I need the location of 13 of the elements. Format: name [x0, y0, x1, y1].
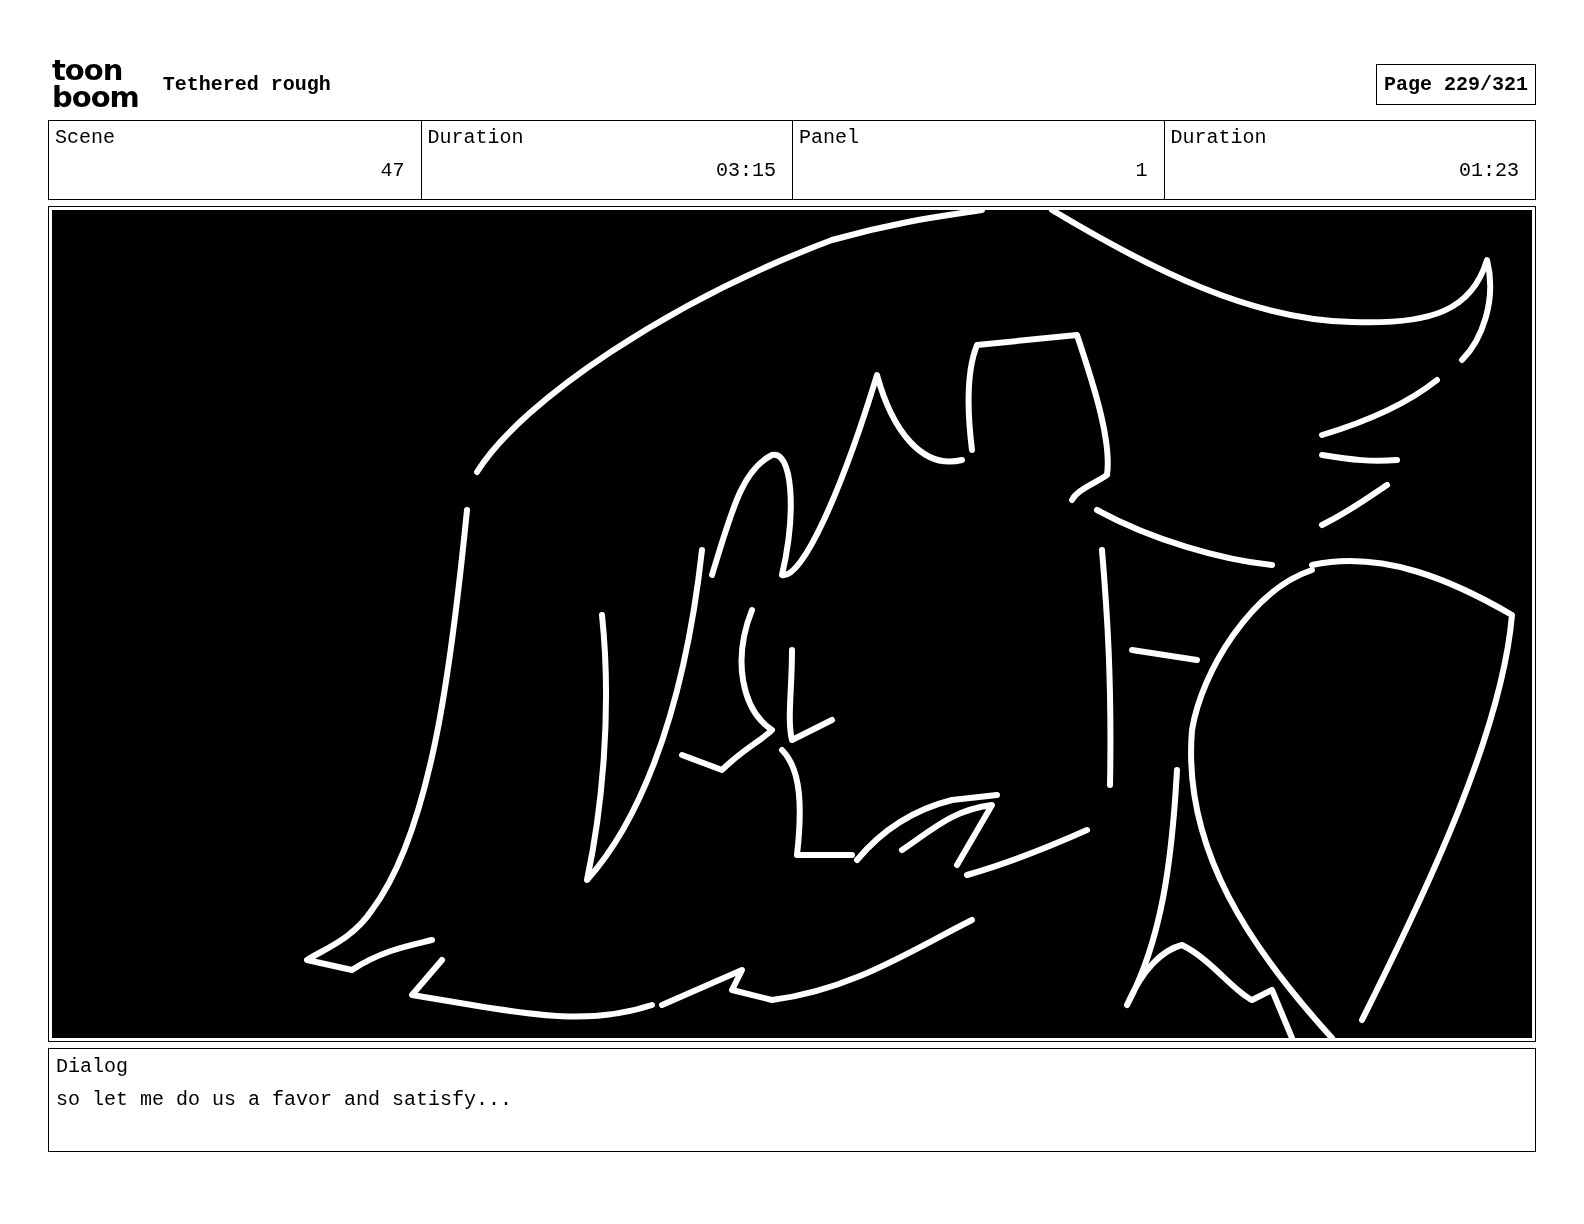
page-number: Page 229/321	[1375, 63, 1536, 105]
field-value: 47	[380, 159, 405, 182]
dialog-label: Dialog	[56, 1055, 129, 1078]
field-value: 01:23	[1459, 159, 1519, 182]
field-value: 1	[1135, 159, 1148, 182]
dialog-text: so let me do us a favor and satisfy...	[56, 1088, 514, 1111]
logo: toon boom	[52, 57, 139, 111]
field-label: Duration	[1170, 126, 1268, 149]
field-label: Panel	[799, 126, 860, 149]
field-label: Scene	[55, 126, 116, 149]
storyboard-title: Tethered rough	[162, 72, 332, 96]
field-value: 03:15	[716, 159, 776, 182]
field-label: Duration	[427, 126, 525, 149]
